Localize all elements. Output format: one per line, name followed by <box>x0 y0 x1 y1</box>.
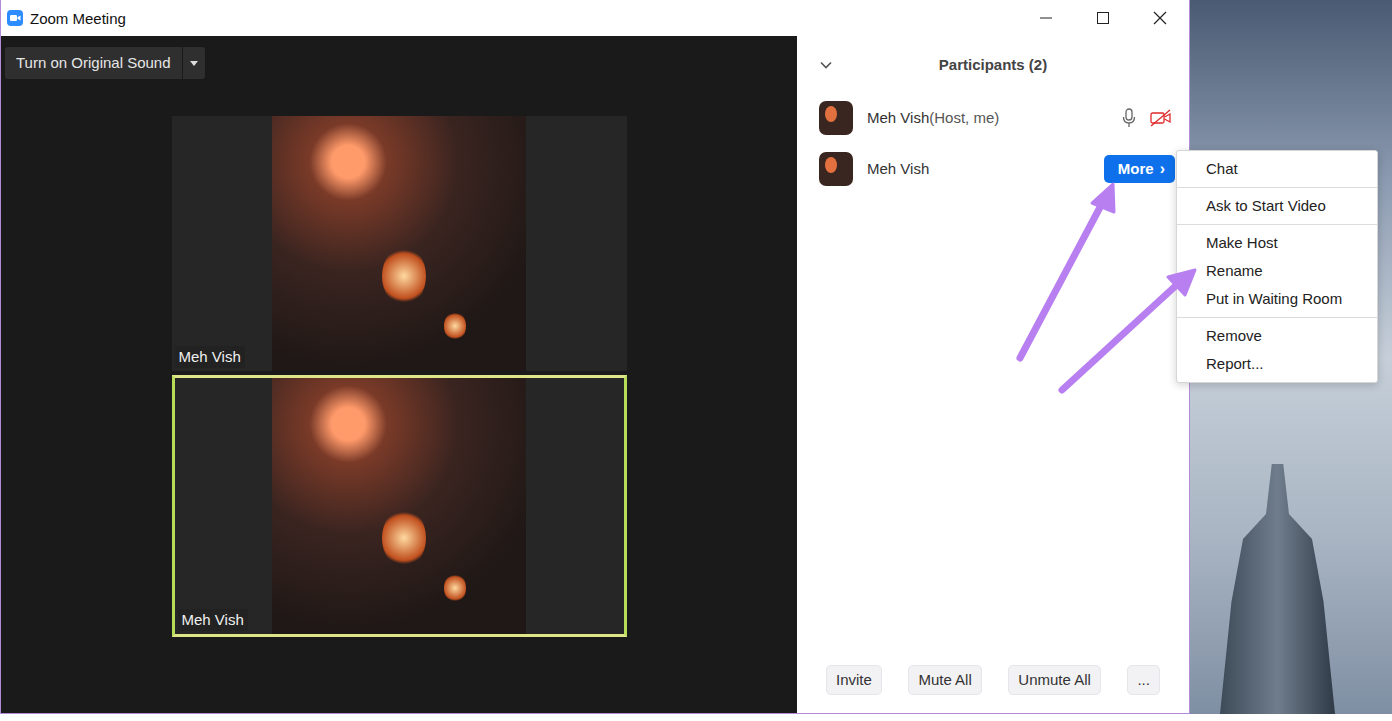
participant-name: Meh Vish <box>867 160 1090 177</box>
title-bar: Zoom Meeting <box>1 0 1189 36</box>
desktop: Zoom Meeting Turn on Original Sound Meh Vi… <box>0 0 1392 721</box>
menu-item[interactable]: Chat <box>1177 155 1377 183</box>
participants-title: Participants (2) <box>939 56 1047 73</box>
zoom-window: Zoom Meeting Turn on Original Sound Meh Vi… <box>0 0 1190 714</box>
zoom-logo-icon <box>7 10 23 26</box>
window-title: Zoom Meeting <box>30 10 126 27</box>
close-icon[interactable] <box>1153 11 1167 25</box>
video-tile[interactable]: Meh Vish <box>172 116 627 371</box>
video-off-icon[interactable] <box>1149 108 1173 128</box>
dropdown-toggle[interactable] <box>183 47 205 79</box>
participant-row[interactable]: Meh Vish(Host, me) <box>797 92 1189 143</box>
participants-panel: Participants (2) Meh Vish(Host, me) Meh Vi… <box>797 36 1189 713</box>
participant-name-label: Meh Vish <box>178 609 248 631</box>
menu-item[interactable]: Rename <box>1177 257 1377 285</box>
annotation-arrows-icon <box>0 0 1392 721</box>
avatar-icon <box>819 101 853 135</box>
video-stage: Turn on Original Sound Meh Vish Meh Vish <box>1 36 797 713</box>
participant-context-menu: Chat Ask to Start Video Make HostRenamePut… <box>1176 150 1378 383</box>
panel-button[interactable]: ... <box>1127 665 1160 695</box>
more-button[interactable]: More› <box>1104 155 1175 183</box>
collapse-chevron-icon[interactable] <box>820 61 832 69</box>
menu-item[interactable]: Remove <box>1177 322 1377 350</box>
menu-item[interactable]: Make Host <box>1177 229 1377 257</box>
panel-button[interactable]: Unmute All <box>1008 665 1101 695</box>
panel-button[interactable]: Mute All <box>908 665 981 695</box>
video-frame <box>272 116 526 371</box>
participant-name-label: Meh Vish <box>175 346 245 368</box>
video-frame <box>272 378 526 634</box>
participant-row[interactable]: Meh Vish More› <box>797 143 1189 194</box>
menu-item[interactable]: Report... <box>1177 350 1377 378</box>
video-tile[interactable]: Meh Vish <box>172 375 627 637</box>
menu-item[interactable]: Put in Waiting Room <box>1177 285 1377 313</box>
avatar-icon <box>819 152 853 186</box>
caret-down-icon <box>190 61 198 66</box>
maximize-icon[interactable] <box>1096 11 1110 25</box>
minimize-icon[interactable] <box>1039 11 1053 25</box>
original-sound-button[interactable]: Turn on Original Sound <box>5 47 205 79</box>
microphone-icon[interactable] <box>1121 108 1137 128</box>
panel-button[interactable]: Invite <box>826 665 882 695</box>
menu-item[interactable]: Ask to Start Video <box>1177 192 1377 220</box>
participant-name: Meh Vish(Host, me) <box>867 109 1107 126</box>
